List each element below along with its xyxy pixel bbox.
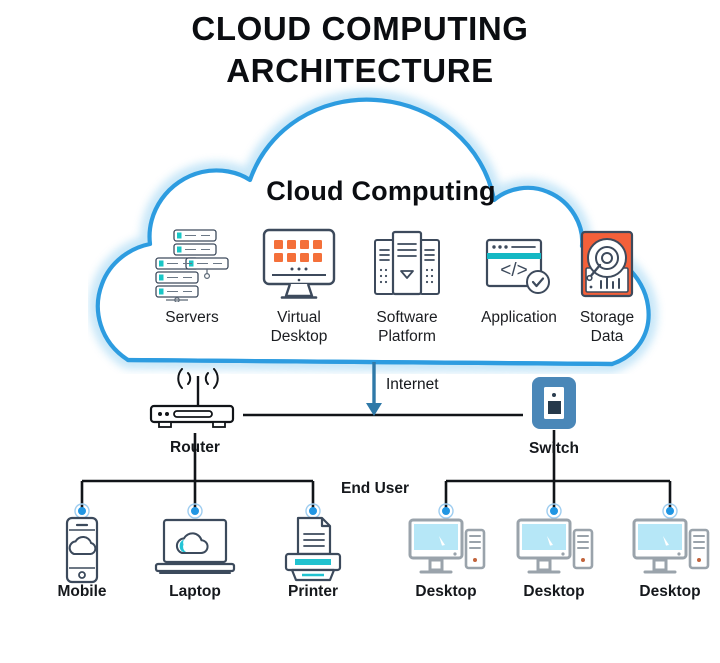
router-label: Router bbox=[170, 439, 220, 456]
printer-icon bbox=[284, 516, 342, 582]
device-mobile-label: Mobile bbox=[57, 583, 107, 600]
end-user-label: End User bbox=[341, 480, 410, 497]
internet-arrow-icon bbox=[366, 362, 382, 416]
device-desktop-1-label: Desktop bbox=[415, 583, 477, 600]
laptop-icon bbox=[154, 518, 236, 574]
switch-icon bbox=[532, 377, 576, 429]
device-laptop[interactable] bbox=[152, 516, 238, 589]
device-mobile[interactable] bbox=[52, 516, 112, 589]
device-desktop-3[interactable] bbox=[632, 516, 710, 585]
switch-node[interactable]: Switch bbox=[524, 375, 584, 458]
desktop-computer-icon bbox=[408, 518, 486, 574]
desktop-computer-icon bbox=[516, 518, 594, 574]
router-icon bbox=[149, 368, 235, 428]
device-printer-label: Printer bbox=[288, 583, 338, 600]
device-desktop-2[interactable] bbox=[516, 516, 594, 585]
switch-label: Switch bbox=[529, 440, 579, 457]
router-node[interactable]: Router bbox=[145, 368, 245, 457]
device-desktop-2-label: Desktop bbox=[523, 583, 585, 600]
desktop-computer-icon bbox=[632, 518, 710, 574]
device-printer[interactable] bbox=[278, 516, 348, 589]
device-desktop-3-label: Desktop bbox=[639, 583, 701, 600]
device-laptop-label: Laptop bbox=[169, 583, 221, 600]
device-desktop-1[interactable] bbox=[408, 516, 486, 585]
internet-label: Internet bbox=[386, 376, 439, 393]
diagram-canvas: CLOUD COMPUTING ARCHITECTURE Cloud Compu… bbox=[0, 0, 720, 663]
mobile-phone-icon bbox=[65, 516, 99, 584]
